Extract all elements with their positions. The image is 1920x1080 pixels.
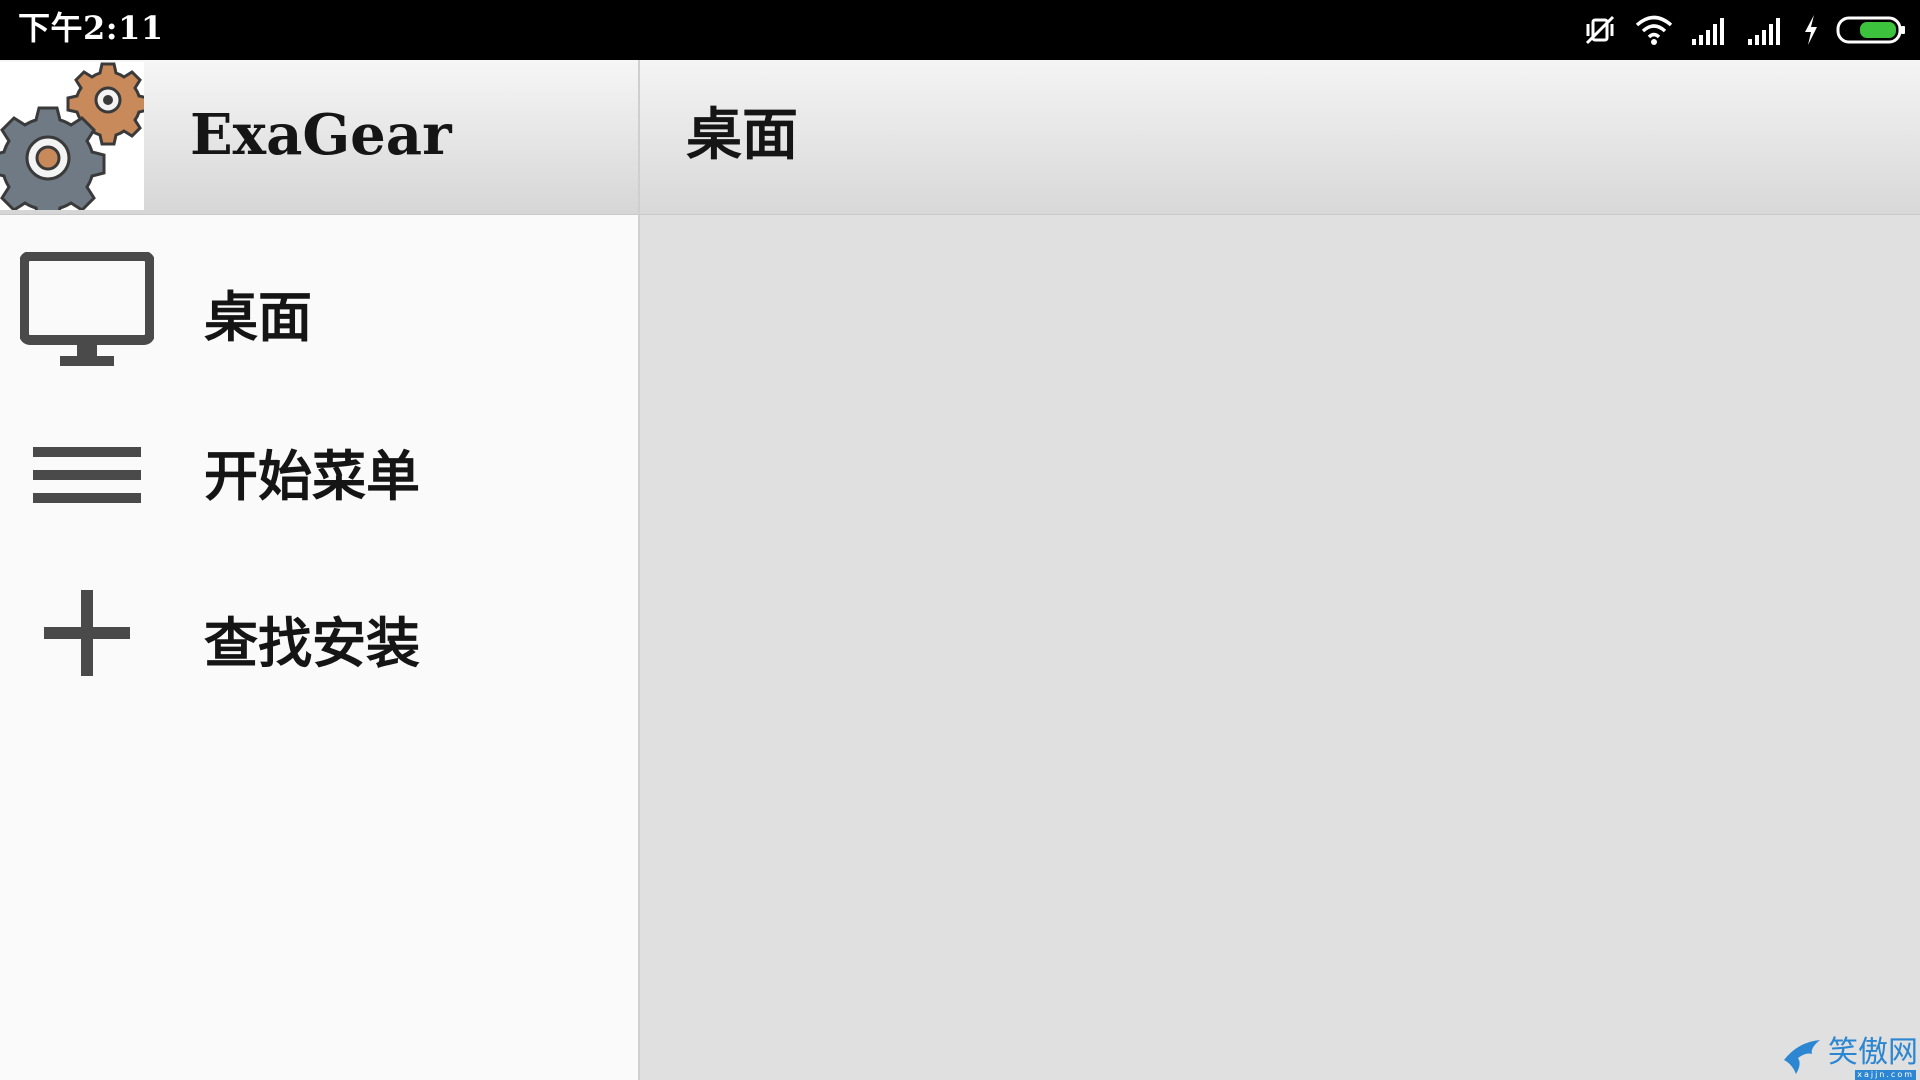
nav-item-find-install[interactable]: 查找安装 [0, 570, 638, 720]
signal-icon [1690, 15, 1730, 45]
page-title: 桌面 [686, 102, 798, 168]
monitor-icon [19, 251, 155, 382]
main-header: 桌面 [640, 60, 1920, 215]
nav-item-start-menu[interactable]: 开始菜单 [0, 405, 638, 555]
nav-item-label: 查找安装 [204, 611, 420, 675]
wifi-icon [1634, 14, 1674, 46]
main-content: 桌面 [640, 60, 1920, 1080]
status-icons [1582, 10, 1906, 50]
shark-logo-icon [1784, 1040, 1820, 1074]
drawer-header: ExaGear [0, 60, 638, 222]
plus-icon [20, 580, 154, 710]
nav-item-desktop[interactable]: 桌面 [0, 240, 638, 390]
watermark-sub: xajjn.com [1855, 1070, 1916, 1080]
gear-logo-icon [0, 62, 150, 222]
mute-icon [1582, 12, 1618, 48]
charging-icon [1802, 14, 1820, 46]
status-time: 下午2:11 [18, 9, 164, 47]
watermark: 笑傲网 xajjn.com [1780, 1030, 1920, 1080]
status-bar: 下午2:11 [0, 0, 1920, 60]
menu-lines-icon [20, 425, 154, 555]
nav-item-label: 桌面 [204, 285, 312, 349]
navigation-drawer: ExaGear 桌面 开始菜单 查找安装 [0, 60, 640, 1080]
nav-item-label: 开始菜单 [204, 444, 420, 508]
watermark-text: 笑傲网 [1828, 1035, 1918, 1070]
signal-icon [1746, 15, 1786, 45]
app-title: ExaGear [190, 102, 452, 168]
battery-icon [1836, 15, 1906, 45]
